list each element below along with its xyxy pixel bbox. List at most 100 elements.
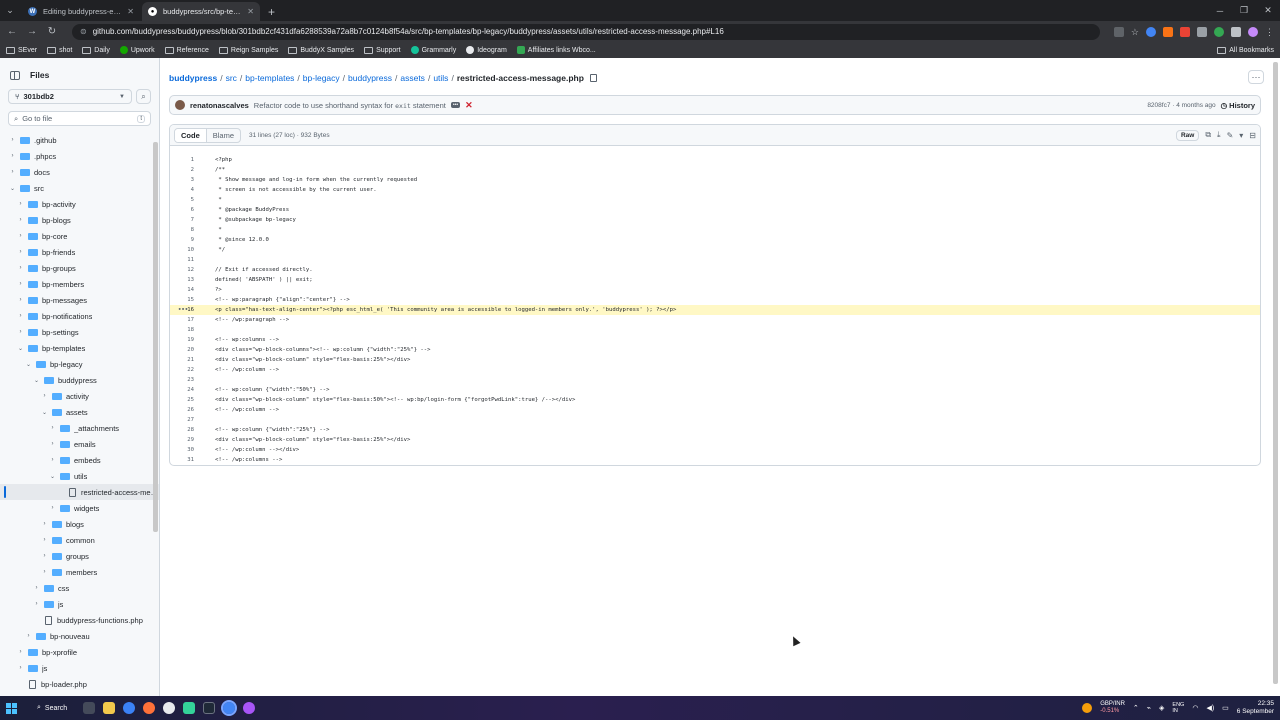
chevron-right-icon[interactable]: › [16,249,25,255]
line-number[interactable]: 2 [170,167,198,173]
tree-folder[interactable]: › js [0,596,159,612]
tree-folder[interactable]: › _attachments [0,420,159,436]
forward-icon[interactable]: → [26,26,38,37]
install-icon[interactable] [1113,26,1124,37]
breadcrumb-link[interactable]: assets [400,73,425,83]
chevron-right-icon[interactable]: › [8,137,17,143]
bookmark-item[interactable]: Daily [82,46,110,54]
more-options-icon[interactable]: ⋯ [1248,70,1264,84]
download-icon[interactable]: ⤓ [1217,130,1221,140]
tree-folder[interactable]: ⌄ bp-templates [0,340,159,356]
search-icon[interactable]: ⌕ [136,89,151,104]
chevron-right-icon[interactable]: › [48,505,57,511]
commit-hash-time[interactable]: 8208fc7 · 4 months ago [1147,102,1215,109]
line-number[interactable]: 11 [170,257,198,263]
bookmark-item[interactable]: Ideogram [466,46,507,54]
line-number[interactable]: 30 [170,447,198,453]
site-info-icon[interactable]: ⊜ [80,27,87,36]
tree-folder[interactable]: › .github [0,132,159,148]
chevron-right-icon[interactable]: › [16,281,25,287]
battery-icon[interactable]: ▭ [1222,704,1229,712]
line-number[interactable]: 13 [170,277,198,283]
tree-folder[interactable]: › docs [0,164,159,180]
tab-blame[interactable]: Blame [207,129,240,142]
tree-folder[interactable]: › bp-messages [0,292,159,308]
history-button[interactable]: ◷ History [1221,101,1255,110]
clock[interactable]: 22:35 6 September [1237,700,1274,716]
minimize-icon[interactable]: ─ [1208,6,1232,16]
line-number[interactable]: 15 [170,297,198,303]
collapse-sidebar-icon[interactable] [10,70,20,80]
chevron-right-icon[interactable]: › [40,537,49,543]
extension-icon[interactable] [1146,26,1156,37]
breadcrumb-link[interactable]: buddypress [169,73,217,83]
line-number[interactable]: 1 [170,157,198,163]
tree-folder[interactable]: › bp-groups [0,260,159,276]
avatar[interactable] [175,100,185,110]
tree-folder[interactable]: ⌄ buddypress [0,372,159,388]
task-view-icon[interactable] [83,702,96,714]
app-icon[interactable] [243,702,256,714]
tree-folder[interactable]: › js [0,660,159,676]
chevron-down-icon[interactable]: ▾ [1239,131,1243,140]
tree-folder[interactable]: › embeds [0,452,159,468]
bookmark-item[interactable]: Grammarly [410,46,456,54]
tree-folder[interactable]: › bp-notifications [0,308,159,324]
tree-folder[interactable]: › emails [0,436,159,452]
bookmark-item[interactable]: SEver [6,46,37,54]
chevron-right-icon[interactable]: › [32,601,41,607]
line-number[interactable]: 14 [170,287,198,293]
chevron-right-icon[interactable]: › [40,553,49,559]
bookmark-item[interactable]: BuddyX Samples [288,46,354,54]
tree-folder[interactable]: ⌄ src [0,180,159,196]
line-number[interactable]: 9 [170,237,198,243]
app-icon[interactable] [183,702,196,714]
close-window-icon[interactable]: ✕ [1256,5,1280,16]
line-number[interactable]: 8 [170,227,198,233]
chevron-right-icon[interactable]: › [16,265,25,271]
app-icon[interactable] [163,702,176,714]
close-icon[interactable]: ✕ [127,7,134,16]
line-number[interactable]: 22 [170,367,198,373]
line-number[interactable]: 6 [170,207,198,213]
chevron-right-icon[interactable]: › [48,441,57,447]
tree-folder[interactable]: › css [0,580,159,596]
line-number[interactable]: 4 [170,187,198,193]
expand-message-button[interactable]: ••• [450,102,461,108]
profile-avatar[interactable] [1248,26,1258,37]
tree-folder[interactable]: › widgets [0,500,159,516]
bookmark-item[interactable]: Reign Samples [218,46,278,54]
tree-folder[interactable]: › blogs [0,516,159,532]
chevron-right-icon[interactable]: › [40,521,49,527]
address-bar[interactable]: ⊜ github.com/buddypress/buddypress/blob/… [72,23,1100,40]
chevron-right-icon[interactable]: › [8,153,17,159]
line-number[interactable]: 26 [170,407,198,413]
line-number[interactable]: 12 [170,267,198,273]
tree-file[interactable]: bp-loader.php [0,676,159,692]
copy-path-icon[interactable] [589,74,597,82]
tree-folder[interactable]: › members [0,564,159,580]
tree-file[interactable]: restricted-access-messag... [0,484,159,500]
line-number[interactable]: 5 [170,197,198,203]
extension-icon[interactable] [1180,26,1190,37]
all-bookmarks[interactable]: All Bookmarks [1217,46,1274,54]
commit-message[interactable]: Refactor code to use shorthand syntax fo… [254,101,446,110]
chevron-down-icon[interactable]: ⌄ [32,377,41,384]
bookmark-item[interactable]: Upwork [119,46,155,54]
terminal-icon[interactable] [203,702,216,714]
line-number[interactable]: 23 [170,377,198,383]
chevron-down-icon[interactable]: ⌄ [16,345,25,352]
close-icon[interactable]: ✕ [247,7,254,16]
line-number[interactable]: 10 [170,247,198,253]
tab-code[interactable]: Code [175,128,207,142]
tree-file[interactable]: buddypress-functions.php [0,612,159,628]
chrome-icon[interactable] [123,702,136,714]
extensions-puzzle-icon[interactable] [1231,26,1241,37]
chevron-right-icon[interactable]: › [48,457,57,463]
raw-button[interactable]: Raw [1175,129,1200,141]
chevron-down-icon[interactable]: ⌄ [40,409,49,416]
chevron-right-icon[interactable]: › [16,329,25,335]
chevron-right-icon[interactable]: › [32,585,41,591]
copy-raw-icon[interactable]: ⧉ [1205,130,1211,140]
bookmark-item[interactable]: Support [364,46,401,54]
